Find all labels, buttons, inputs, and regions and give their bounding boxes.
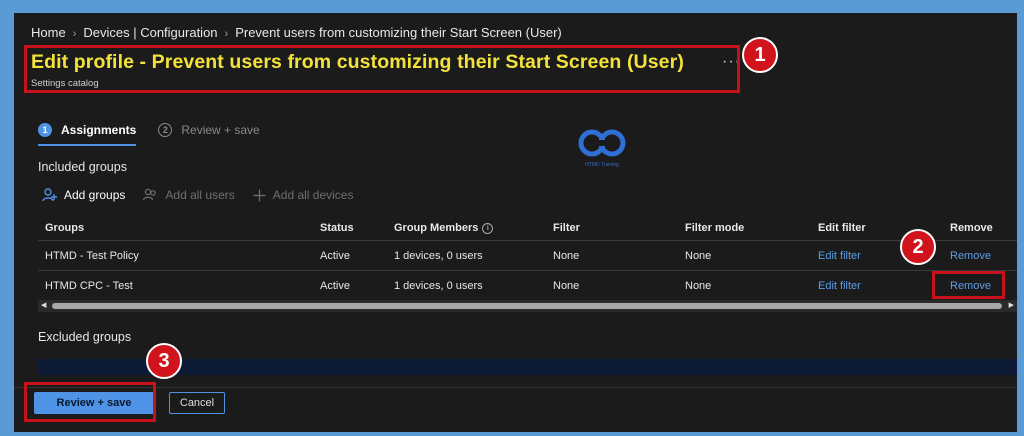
included-groups-table: Groups Status Group Members i Filter Filt… [38, 216, 1017, 301]
group-filter: None [553, 249, 580, 262]
group-name: HTMD - Test Policy [45, 249, 139, 262]
horizontal-scrollbar[interactable]: ◀ ▶ [38, 300, 1017, 312]
excluded-groups-table [38, 359, 1017, 375]
group-actions-toolbar: Add groups Add all users Add all devices [42, 188, 371, 202]
add-all-users-button[interactable]: Add all users [143, 188, 235, 202]
group-filter-mode: None [685, 249, 712, 262]
remove-link[interactable]: Remove [950, 250, 991, 262]
breadcrumb-profile[interactable]: Prevent users from customizing their Sta… [235, 25, 562, 40]
info-icon[interactable]: i [482, 222, 494, 234]
annotation-box-remove [932, 271, 1005, 299]
group-filter: None [553, 279, 580, 292]
table-row: HTMD - Test Policy Active 1 devices, 0 u… [38, 241, 1017, 271]
column-header-edit-filter[interactable]: Edit filter [818, 222, 866, 234]
table-header-row: Groups Status Group Members i Filter Filt… [38, 216, 1017, 241]
group-members-label: Group Members [394, 222, 479, 234]
step-number: 2 [158, 123, 173, 137]
tab-review-save[interactable]: 2 Review + save [158, 123, 260, 146]
scrollbar-thumb[interactable] [52, 303, 1002, 309]
tab-assignments[interactable]: 1 Assignments [38, 123, 137, 146]
add-all-devices-button[interactable]: Add all devices [253, 188, 354, 202]
htmd-logo-icon [578, 129, 626, 157]
group-members: 1 devices, 0 users [394, 249, 483, 262]
htmd-logo: HTMD Training [574, 126, 630, 168]
cancel-button[interactable]: Cancel [169, 392, 225, 414]
included-groups-label: Included groups [38, 160, 127, 174]
chevron-right-icon: › [72, 28, 77, 40]
scroll-left-icon[interactable]: ◀ [41, 300, 46, 312]
edit-filter-link[interactable]: Edit filter [818, 250, 861, 262]
add-group-icon [42, 188, 57, 202]
column-header-filter[interactable]: Filter [553, 222, 580, 234]
step-label: Review + save [181, 123, 260, 137]
column-header-groups[interactable]: Groups [45, 222, 84, 234]
column-header-remove[interactable]: Remove [950, 222, 993, 234]
add-groups-button[interactable]: Add groups [42, 188, 125, 202]
group-status: Active [320, 249, 350, 262]
footer-divider [14, 387, 1017, 388]
chevron-right-icon: › [224, 28, 229, 40]
annotation-box-review-save [24, 382, 156, 422]
edit-filter-link[interactable]: Edit filter [818, 280, 861, 292]
table-row: HTMD CPC - Test Active 1 devices, 0 user… [38, 271, 1017, 301]
column-header-group-members[interactable]: Group Members i [394, 222, 494, 234]
column-header-filter-mode[interactable]: Filter mode [685, 222, 744, 234]
annotation-marker-2: 2 [900, 229, 936, 265]
scroll-right-icon[interactable]: ▶ [1009, 300, 1014, 312]
step-label: Assignments [61, 123, 137, 137]
wizard-steps: 1 Assignments 2 Review + save [38, 123, 282, 146]
group-members: 1 devices, 0 users [394, 279, 483, 292]
logo-caption: HTMD Training [585, 162, 619, 168]
add-groups-label: Add groups [64, 188, 126, 202]
breadcrumb-home[interactable]: Home [31, 25, 66, 40]
users-icon [143, 188, 158, 202]
column-header-status[interactable]: Status [320, 222, 354, 234]
excluded-groups-label: Excluded groups [38, 330, 132, 344]
group-filter-mode: None [685, 279, 712, 292]
step-number: 1 [38, 123, 52, 137]
breadcrumb-devices-configuration[interactable]: Devices | Configuration [83, 25, 217, 40]
annotation-box-title [24, 45, 740, 93]
annotation-marker-3: 3 [146, 343, 182, 379]
annotation-marker-1: 1 [742, 37, 778, 73]
group-status: Active [320, 279, 350, 292]
plus-icon [253, 189, 266, 202]
add-all-devices-label: Add all devices [272, 188, 354, 202]
breadcrumb: Home › Devices | Configuration › Prevent use… [31, 25, 562, 40]
add-all-users-label: Add all users [165, 188, 235, 202]
group-name: HTMD CPC - Test [45, 279, 133, 292]
